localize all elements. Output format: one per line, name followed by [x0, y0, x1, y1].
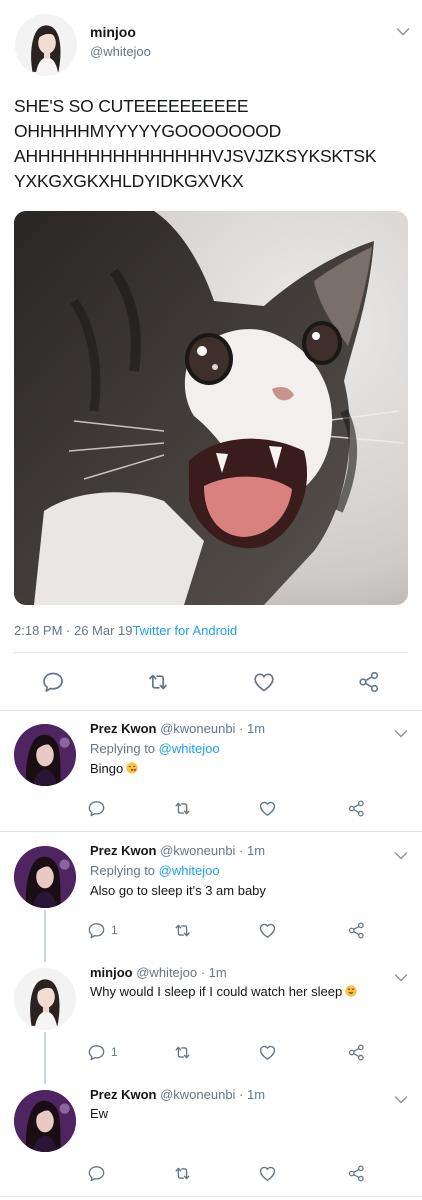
chevron-down-icon[interactable]	[394, 729, 408, 739]
author-name[interactable]: minjoo	[90, 24, 136, 40]
main-tweet: minjoo @whitejoo SHE'S SO CUTEEEEEEEEEE …	[0, 0, 422, 710]
like-button[interactable]	[258, 916, 277, 944]
author-name[interactable]: Prez Kwon	[90, 843, 156, 858]
share-button[interactable]	[347, 916, 366, 944]
share-icon	[347, 921, 366, 940]
tweet-text-line: SHE'S SO CUTEEEEEEEEEE	[14, 96, 249, 116]
author-handle[interactable]: @whitejoo	[90, 44, 151, 59]
avatar[interactable]	[14, 1090, 76, 1152]
chevron-down-icon[interactable]	[396, 27, 410, 37]
reply-icon	[87, 921, 106, 940]
share-button[interactable]	[357, 668, 381, 696]
share-icon	[357, 670, 381, 694]
reply-button[interactable]	[87, 1159, 111, 1187]
author-name[interactable]: Prez Kwon	[90, 721, 156, 736]
heart-icon	[258, 921, 277, 940]
reply-button[interactable]	[87, 794, 111, 822]
author-handle[interactable]: @kwoneunbi · 1m	[160, 843, 265, 858]
retweet-icon	[173, 1164, 192, 1183]
chevron-down-icon[interactable]	[394, 973, 408, 983]
retweet-icon	[173, 799, 192, 818]
reply-header: Prez Kwon @kwoneunbi · 1m	[90, 1087, 265, 1102]
author-handle[interactable]: @whitejoo · 1m	[136, 965, 227, 980]
replying-to-link[interactable]: @whitejoo	[159, 741, 220, 756]
reply-tweet[interactable]: Prez Kwon @kwoneunbi · 1m Ew	[0, 1087, 422, 1195]
reply-count: 1	[111, 923, 118, 937]
tweet-photo[interactable]	[14, 211, 408, 605]
main-actions	[0, 668, 422, 696]
reply-text: Also go to sleep it's 3 am baby	[90, 883, 266, 898]
retweet-button[interactable]	[173, 916, 192, 944]
reply-count: 1	[111, 1045, 118, 1059]
heart-icon	[258, 1164, 277, 1183]
tweet-source[interactable]: Twitter for Android	[133, 623, 238, 638]
reply-icon	[87, 799, 106, 818]
reply-icon	[41, 670, 65, 694]
tweet-text-line: OHHHHHMYYYYYGOOOOOOOD	[14, 121, 282, 141]
author-handle[interactable]: @kwoneunbi · 1m	[160, 1087, 265, 1102]
share-button[interactable]	[347, 1159, 366, 1187]
retweet-button[interactable]	[146, 668, 170, 696]
reply-actions	[0, 1159, 422, 1187]
reply-actions	[0, 794, 422, 822]
reply-text: Ew	[90, 1106, 109, 1121]
reply-header: minjoo @whitejoo · 1m	[90, 965, 227, 980]
reply-tweet[interactable]: minjoo @whitejoo · 1m Why would I sleep …	[0, 965, 422, 1083]
author-name[interactable]: Prez Kwon	[90, 1087, 156, 1102]
author-handle[interactable]: @kwoneunbi · 1m	[160, 721, 265, 736]
reply-tweet[interactable]: Prez Kwon @kwoneunbi · 1m Replying to @w…	[0, 721, 422, 831]
reply-text: Why would I sleep if I could watch her s…	[90, 984, 357, 999]
kiss-face-emoji	[126, 762, 138, 774]
heart-icon	[258, 1043, 277, 1062]
avatar[interactable]	[15, 14, 77, 76]
reply-button[interactable]: 1	[87, 1038, 118, 1066]
divider	[0, 831, 422, 832]
heart-icon	[252, 670, 276, 694]
share-button[interactable]	[347, 1038, 366, 1066]
reply-header: Prez Kwon @kwoneunbi · 1m	[90, 721, 265, 736]
tweet-text-line: AHHHHHHHHHHHHHHHVJSVJZKSYKSKTSK	[14, 146, 377, 166]
author-name[interactable]: minjoo	[90, 965, 133, 980]
like-button[interactable]	[252, 668, 276, 696]
like-button[interactable]	[258, 794, 277, 822]
share-button[interactable]	[347, 794, 366, 822]
chevron-down-icon[interactable]	[394, 851, 408, 861]
retweet-icon	[173, 921, 192, 940]
avatar[interactable]	[14, 846, 76, 908]
divider	[0, 710, 422, 711]
reply-icon	[87, 1164, 106, 1183]
avatar[interactable]	[14, 968, 76, 1030]
tweet-meta: 2:18 PM · 26 Mar 19Twitter for Android	[14, 623, 237, 638]
retweet-button[interactable]	[173, 794, 192, 822]
share-icon	[347, 799, 366, 818]
share-icon	[347, 1164, 366, 1183]
reply-header: Prez Kwon @kwoneunbi · 1m	[90, 843, 265, 858]
reply-icon	[87, 1043, 106, 1062]
reply-actions: 1	[0, 916, 422, 944]
replying-to-link[interactable]: @whitejoo	[159, 863, 220, 878]
reply-button[interactable]: 1	[87, 916, 118, 944]
divider	[0, 1196, 422, 1197]
retweet-icon	[146, 670, 170, 694]
retweet-icon	[173, 1043, 192, 1062]
tweet-text: SHE'S SO CUTEEEEEEEEEE OHHHHHMYYYYYGOOOO…	[14, 94, 414, 194]
retweet-button[interactable]	[173, 1038, 192, 1066]
tweet-timestamp[interactable]: 2:18 PM · 26 Mar 19	[14, 623, 133, 638]
reply-button[interactable]	[41, 668, 65, 696]
reply-tweet[interactable]: Prez Kwon @kwoneunbi · 1m Replying to @w…	[0, 843, 422, 961]
retweet-button[interactable]	[173, 1159, 192, 1187]
reply-actions: 1	[0, 1038, 422, 1066]
reply-text: Bingo	[90, 761, 138, 776]
replying-to: Replying to @whitejoo	[90, 863, 220, 878]
share-icon	[347, 1043, 366, 1062]
divider	[14, 652, 408, 653]
avatar[interactable]	[14, 724, 76, 786]
tweet-text-line: YXKGXGKXHLDYIDKGXVKX	[14, 171, 244, 191]
chevron-down-icon[interactable]	[394, 1095, 408, 1105]
like-button[interactable]	[258, 1038, 277, 1066]
heart-eyes-emoji	[345, 985, 357, 997]
like-button[interactable]	[258, 1159, 277, 1187]
heart-icon	[258, 799, 277, 818]
replying-to: Replying to @whitejoo	[90, 741, 220, 756]
